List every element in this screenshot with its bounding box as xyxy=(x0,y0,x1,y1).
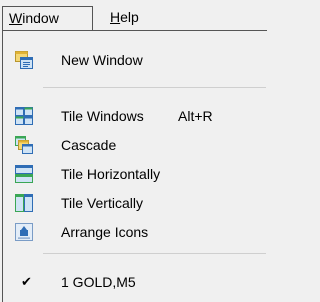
menu-help-label: elp xyxy=(120,9,139,25)
menu-item-cascade[interactable]: Cascade xyxy=(3,130,266,160)
menu-item-arrange-icons[interactable]: Arrange Icons xyxy=(3,217,266,247)
menu-item-label: 1 GOLD,M5 xyxy=(61,274,136,290)
menu-item-label: Arrange Icons xyxy=(61,224,149,240)
menu-separator xyxy=(43,253,266,254)
menu-help[interactable]: Help xyxy=(104,6,145,31)
menu-window[interactable]: Window xyxy=(2,6,93,31)
tile-windows-icon xyxy=(15,107,33,125)
new-window-icon xyxy=(15,51,33,69)
menu-item-label: Tile Windows xyxy=(61,108,144,124)
menu-item-label: Tile Vertically xyxy=(61,195,143,211)
checkmark-icon: ✔ xyxy=(21,274,32,289)
window-dropdown: New Window Tile Windows Alt+R Cascade Ti… xyxy=(2,30,267,302)
menu-item-chart-gold-m5[interactable]: ✔ 1 GOLD,M5 xyxy=(3,267,266,297)
menu-window-label: indow xyxy=(22,10,59,26)
menu-item-label: New Window xyxy=(61,52,143,68)
menu-item-tile-vertically[interactable]: Tile Vertically xyxy=(3,188,266,218)
menu-item-label: Cascade xyxy=(61,137,117,153)
tile-vertically-icon xyxy=(15,194,33,212)
menu-window-mnemonic: W xyxy=(9,10,23,26)
arrange-icons-icon xyxy=(15,223,33,241)
window-menu-screen: Window Help New Window Tile Windows Alt+… xyxy=(0,0,267,302)
menu-item-label: Tile Horizontally xyxy=(61,166,161,182)
cascade-icon xyxy=(15,136,33,154)
menu-item-new-window[interactable]: New Window xyxy=(3,45,266,75)
shortcut-label: Alt+R xyxy=(178,108,213,124)
menu-item-tile-windows[interactable]: Tile Windows Alt+R xyxy=(3,101,266,131)
menu-separator xyxy=(43,87,266,88)
menu-item-tile-horizontally[interactable]: Tile Horizontally xyxy=(3,159,266,189)
menu-help-mnemonic: H xyxy=(110,9,121,25)
tile-horizontally-icon xyxy=(15,165,33,183)
